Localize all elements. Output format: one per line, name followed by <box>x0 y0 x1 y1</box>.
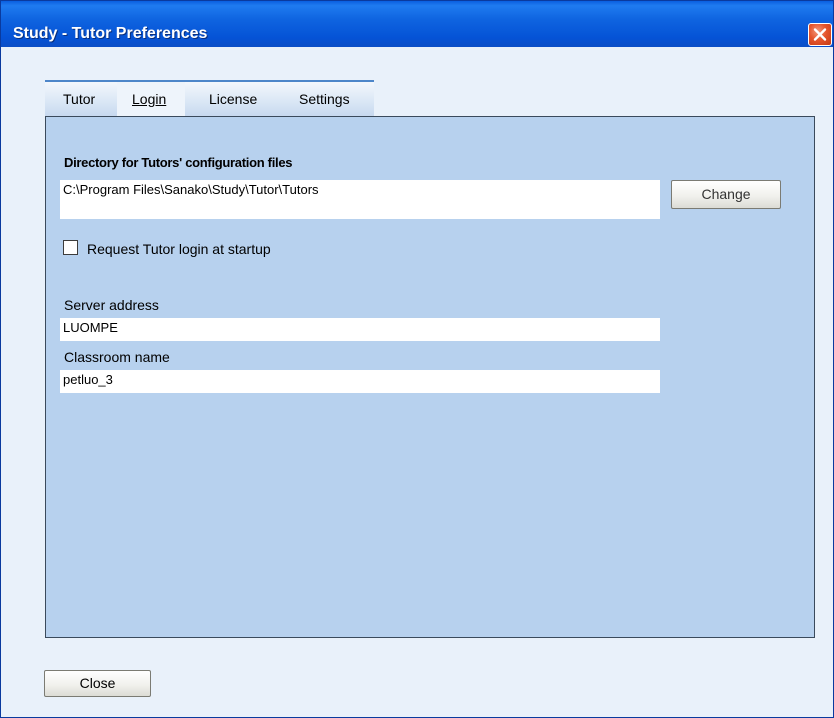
tab-login[interactable]: Login <box>132 91 166 107</box>
window-title: Study - Tutor Preferences <box>13 25 208 42</box>
server-address-label: Server address <box>64 297 159 313</box>
directory-field[interactable]: C:\Program Files\Sanako\Study\Tutor\Tuto… <box>60 180 660 219</box>
preferences-dialog: Study - Tutor Preferences Tutor Login Li… <box>0 0 834 718</box>
tab-strip: Tutor Login License Settings <box>45 80 374 116</box>
request-login-checkbox[interactable] <box>63 240 78 255</box>
tab-tutor[interactable]: Tutor <box>63 91 95 107</box>
close-button[interactable]: Close <box>44 670 151 697</box>
directory-heading: Directory for Tutors' configuration file… <box>64 155 293 170</box>
classroom-name-label: Classroom name <box>64 349 170 365</box>
tab-license[interactable]: License <box>209 91 257 107</box>
classroom-name-field[interactable]: petluo_3 <box>60 370 660 393</box>
title-bar[interactable]: Study - Tutor Preferences <box>1 1 833 47</box>
login-tab-panel: Directory for Tutors' configuration file… <box>45 116 815 638</box>
change-directory-button[interactable]: Change <box>671 180 781 209</box>
request-login-label[interactable]: Request Tutor login at startup <box>87 241 271 257</box>
server-address-field[interactable]: LUOMPE <box>60 318 660 341</box>
tab-settings[interactable]: Settings <box>299 91 350 107</box>
close-x-icon <box>813 28 827 41</box>
window-close-button[interactable] <box>808 23 832 46</box>
